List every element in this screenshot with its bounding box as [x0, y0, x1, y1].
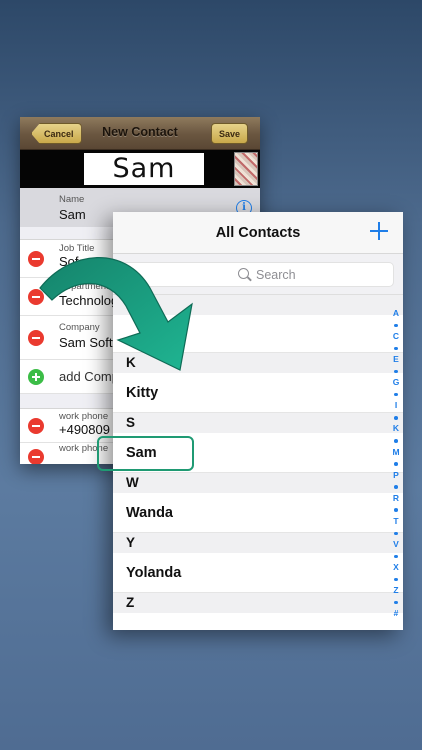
- list-item[interactable]: Yolanda: [113, 553, 403, 593]
- work-phone-value: +490809: [59, 422, 110, 437]
- index-dot: [394, 577, 398, 582]
- delete-field-icon[interactable]: [28, 289, 44, 305]
- index-dot: [394, 554, 398, 559]
- section-header: Y: [113, 533, 403, 553]
- page-title: All Contacts: [215, 225, 301, 241]
- index-dot: [394, 600, 398, 605]
- index-letter[interactable]: G: [393, 377, 400, 389]
- index-letter[interactable]: K: [393, 423, 399, 435]
- delete-field-icon[interactable]: [28, 330, 44, 346]
- index-dot: [394, 485, 398, 489]
- contact-card-banner: Sam: [20, 150, 260, 188]
- selected-contact-highlight: [97, 436, 194, 471]
- job-title-label: Job Title: [59, 243, 95, 254]
- all-contacts-screen: All Contacts Search E K Kitty S Sam W Wa…: [113, 212, 403, 630]
- list-item[interactable]: Kitty: [113, 373, 403, 413]
- list-item[interactable]: [113, 315, 403, 353]
- name-value: Sam: [59, 207, 86, 222]
- index-letter[interactable]: #: [394, 608, 399, 620]
- section-header: E: [113, 295, 403, 315]
- section-header: K: [113, 353, 403, 373]
- index-letter[interactable]: X: [393, 562, 399, 574]
- name-label: Name: [59, 194, 85, 205]
- index-letter[interactable]: A: [393, 308, 399, 320]
- add-field-icon[interactable]: [28, 369, 44, 385]
- index-dot: [394, 462, 398, 466]
- index-dot: [394, 369, 398, 374]
- index-dot: [394, 439, 398, 443]
- search-input[interactable]: Search: [122, 262, 394, 287]
- delete-field-icon[interactable]: [28, 449, 44, 464]
- company-label: Company: [59, 322, 100, 333]
- business-card-thumbnail[interactable]: [234, 152, 258, 186]
- index-dot: [394, 323, 398, 328]
- index-dot: [394, 508, 398, 512]
- alphabet-index[interactable]: A C E G I K M P R T V X Z #: [389, 308, 403, 620]
- new-contact-navbar: Cancel New Contact Save: [20, 117, 260, 150]
- index-letter[interactable]: V: [393, 539, 399, 551]
- all-contacts-navbar: All Contacts: [113, 212, 403, 254]
- section-header: S: [113, 413, 403, 433]
- save-button[interactable]: Save: [210, 123, 248, 144]
- delete-field-icon[interactable]: [28, 251, 44, 267]
- search-icon: [238, 268, 249, 279]
- job-title-value: Sof: [59, 254, 79, 269]
- index-letter[interactable]: C: [393, 331, 399, 343]
- index-letter[interactable]: I: [395, 400, 397, 412]
- index-letter[interactable]: P: [393, 470, 399, 482]
- delete-field-icon[interactable]: [28, 418, 44, 434]
- index-letter[interactable]: M: [392, 447, 399, 459]
- index-letter[interactable]: R: [393, 493, 399, 505]
- department-label: Department: [59, 281, 109, 292]
- add-contact-icon[interactable]: [370, 222, 388, 240]
- search-placeholder: Search: [256, 268, 296, 282]
- section-header: Z: [113, 593, 403, 613]
- list-item[interactable]: Wanda: [113, 493, 403, 533]
- index-dot: [394, 416, 398, 420]
- index-letter[interactable]: Z: [393, 585, 398, 597]
- section-header: W: [113, 473, 403, 493]
- index-letter[interactable]: E: [393, 354, 399, 366]
- index-dot: [394, 531, 398, 536]
- search-bar: Search: [113, 254, 403, 295]
- index-dot: [394, 392, 398, 397]
- index-dot: [394, 346, 398, 351]
- work-phone-label: work phone: [59, 411, 109, 422]
- index-letter[interactable]: T: [393, 516, 398, 528]
- banner-name: Sam: [84, 153, 204, 185]
